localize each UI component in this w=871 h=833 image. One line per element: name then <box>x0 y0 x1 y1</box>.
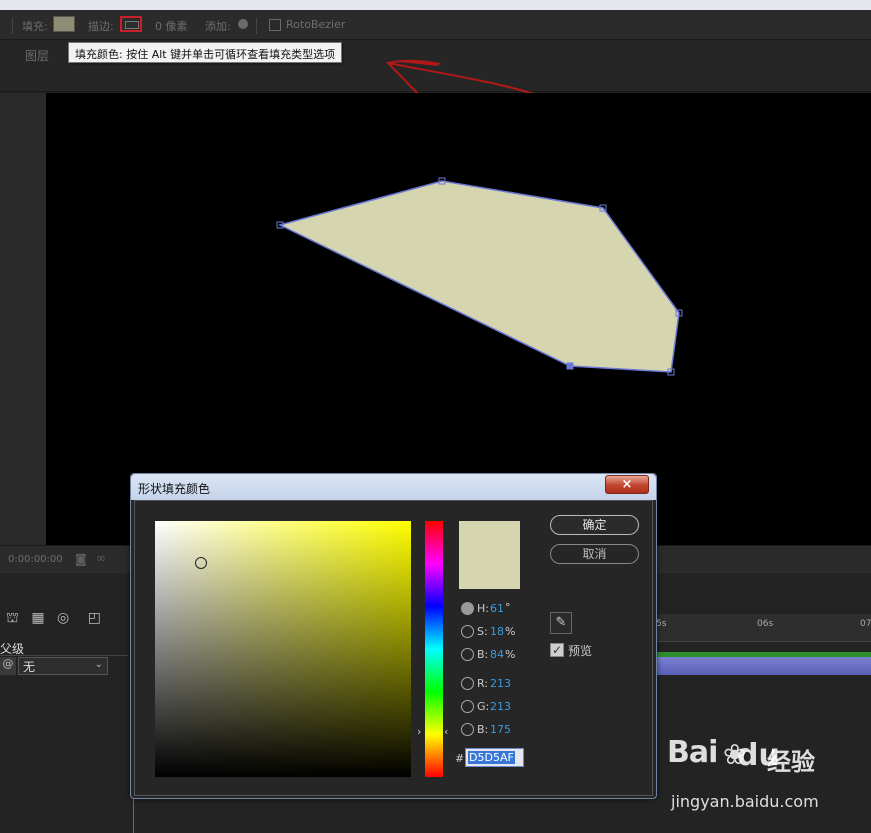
brightness-radio[interactable] <box>461 648 474 661</box>
rotobezier-label: RotoBezier <box>286 18 346 31</box>
shape-polygon[interactable] <box>277 180 680 373</box>
close-button[interactable]: × <box>605 475 649 494</box>
green-value[interactable]: 213 <box>490 700 511 713</box>
hue-slider-handle-left[interactable]: › <box>417 725 421 738</box>
shy-icon[interactable]: ⛫ <box>6 610 19 626</box>
time-ruler[interactable]: 5s 06s 07 <box>655 614 871 642</box>
red-label: R: <box>477 677 489 690</box>
hue-label: H: <box>477 602 489 615</box>
saturation-value[interactable]: 18 <box>490 625 504 638</box>
rotobezier-checkbox[interactable] <box>269 19 281 31</box>
chevron-down-icon: ⌄ <box>94 659 103 670</box>
fill-label: 填充: <box>22 20 48 33</box>
brightness-value[interactable]: 84 <box>490 648 504 661</box>
fill-tooltip: 填充颜色: 按住 Alt 键并单击可循环查看填充类型选项 <box>68 42 343 63</box>
stroke-color-swatch[interactable] <box>120 16 142 32</box>
eyedropper-icon[interactable]: ✎ <box>550 612 572 634</box>
hex-hash: # <box>455 752 465 765</box>
camera-icon[interactable]: ◙ <box>75 552 87 566</box>
saturation-brightness-field[interactable] <box>155 521 411 777</box>
blue-radio[interactable] <box>461 723 474 736</box>
hue-unit: ° <box>505 601 511 614</box>
preview-checkbox[interactable]: ✓ <box>550 643 564 657</box>
hue-value[interactable]: 61 <box>490 602 504 615</box>
green-radio[interactable] <box>461 700 474 713</box>
dialog-titlebar[interactable]: 形状填充颜色 × <box>131 474 656 500</box>
frame-blend-icon[interactable]: ▦ <box>31 610 44 626</box>
hex-input-value: D5D5AF <box>468 751 515 764</box>
left-panel <box>0 93 46 545</box>
timeline-switches: ⛫ ▦ ◎ ◰ <box>6 610 101 628</box>
hue-slider-handle-right[interactable]: ‹ <box>444 725 448 738</box>
saturation-label: S: <box>477 625 488 638</box>
dialog-title: 形状填充颜色 <box>138 482 211 496</box>
ruler-tick-label: 06s <box>757 619 774 629</box>
hex-input[interactable]: D5D5AF <box>465 748 524 767</box>
link-icon[interactable]: ∞ <box>96 551 106 565</box>
color-picker-marker[interactable] <box>195 557 207 569</box>
timecode[interactable]: 0:00:00:00 <box>8 554 63 565</box>
red-radio[interactable] <box>461 677 474 690</box>
layer-duration-bar[interactable] <box>655 657 871 675</box>
cancel-button[interactable]: 取消 <box>550 544 639 564</box>
jingyan-label: 经验 <box>767 748 815 776</box>
motion-blur-icon[interactable]: ◎ <box>57 610 69 626</box>
app-window: 填充: 描边: 0 像素 添加: RotoBezier 图层 填充颜色: 按住 … <box>0 0 871 833</box>
parent-select-value: 无 <box>23 660 36 674</box>
color-preview-swatch <box>459 521 520 589</box>
brightness-label: B: <box>477 648 489 661</box>
add-menu-icon[interactable] <box>238 19 248 29</box>
shape-fill-color-dialog: 形状填充颜色 × › ‹ 确定 取消 H: 61 ° S: 18 % B: 84… <box>130 473 657 799</box>
add-label: 添加: <box>205 20 231 33</box>
toolbar-separator <box>12 18 13 34</box>
hue-radio[interactable] <box>461 602 474 615</box>
red-value[interactable]: 213 <box>490 677 511 690</box>
ruler-tick-label: 5s <box>656 619 667 629</box>
divider <box>0 655 128 656</box>
stroke-label: 描边: <box>88 20 114 33</box>
toolbar-separator <box>256 18 257 34</box>
preview-label: 预览 <box>568 644 593 658</box>
blue-label: B: <box>477 723 489 736</box>
vertex-handle[interactable] <box>566 362 574 370</box>
parent-select[interactable]: 无 ⌄ <box>18 657 108 675</box>
ruler-tick-label: 07 <box>860 619 871 629</box>
watermark-url: jingyan.baidu.com <box>671 792 819 811</box>
saturation-unit: % <box>505 625 516 638</box>
brightness-unit: % <box>505 648 516 661</box>
layer-tab-label[interactable]: 图层 <box>25 47 49 64</box>
pickwhip-icon[interactable]: @ <box>0 657 16 675</box>
green-label: G: <box>477 700 490 713</box>
saturation-radio[interactable] <box>461 625 474 638</box>
shape-toolbar: 填充: 描边: 0 像素 添加: RotoBezier <box>0 10 871 40</box>
hue-slider[interactable] <box>425 521 443 777</box>
title-strip <box>0 0 871 10</box>
ok-button[interactable]: 确定 <box>550 515 639 535</box>
graph-editor-icon[interactable]: ◰ <box>88 610 101 626</box>
stroke-width-value[interactable]: 0 像素 <box>155 18 188 34</box>
blue-value[interactable]: 175 <box>490 723 511 736</box>
fill-color-swatch[interactable] <box>53 16 75 32</box>
baidu-logo-text: Bai <box>667 735 718 770</box>
